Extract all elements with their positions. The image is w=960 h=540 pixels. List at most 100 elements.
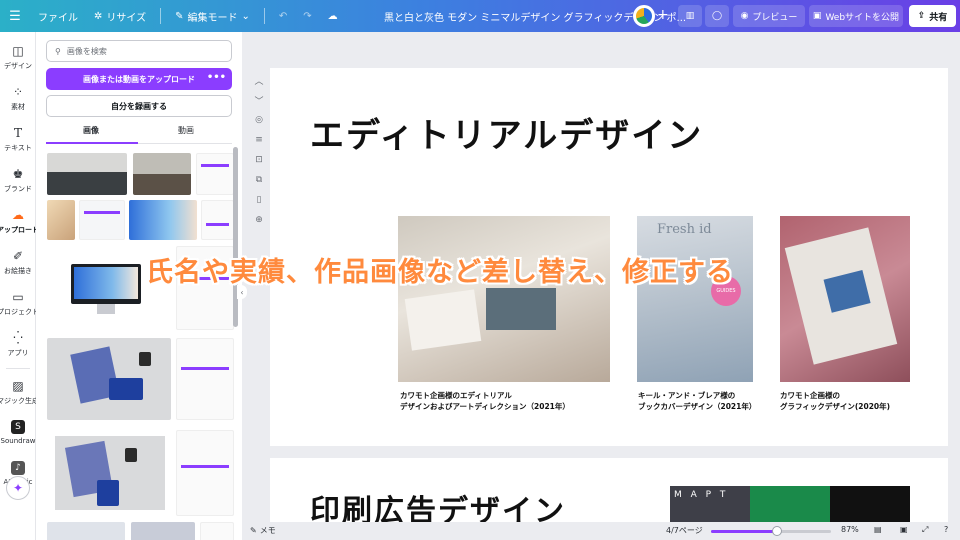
uploaded-image[interactable] <box>131 522 195 540</box>
tab-images[interactable]: 画像 <box>83 125 99 136</box>
monitor-stand <box>97 304 115 314</box>
uploaded-image[interactable] <box>47 522 125 540</box>
search-input[interactable]: ⚲ 画像を検索 <box>46 40 232 62</box>
portfolio-caption-1[interactable]: カワモト企画様のエディトリアル デザインおよびアートディレクション（2021年） <box>400 390 570 412</box>
chevron-up-icon[interactable]: ︿ <box>252 70 266 90</box>
portfolio-caption-2[interactable]: キール・アンド・ブレア様の ブックカバーデザイン（2021年） <box>638 390 756 412</box>
preview-button[interactable]: ◉ プレビュー <box>733 5 805 27</box>
rail-item-apps[interactable]: ⁛ アプリ <box>0 331 36 358</box>
upload-cloud-icon: ☁ <box>12 208 24 222</box>
comments-button[interactable]: ◯ <box>705 5 729 27</box>
bar-chart-icon: ▥ <box>685 11 695 21</box>
layout-icon: ◫ <box>12 44 24 58</box>
avatar-image <box>636 8 652 24</box>
share-button[interactable]: ⇪ 共有 <box>909 5 956 27</box>
hide-page-icon[interactable]: ◎ <box>252 110 266 130</box>
pages-view-icon[interactable]: ▣ <box>900 525 908 534</box>
magic-sparkle-icon[interactable]: ✦ <box>6 476 30 500</box>
uploaded-image[interactable] <box>47 430 171 516</box>
page-indicator[interactable]: 4/7ページ <box>666 525 703 536</box>
fullscreen-icon[interactable]: ⤢ <box>922 525 928 535</box>
rail-item-text[interactable]: T テキスト <box>0 126 36 153</box>
rail-item-projects[interactable]: ▭ プロジェクト <box>0 290 39 317</box>
file-menu[interactable]: ファイル <box>30 0 86 32</box>
uploaded-image[interactable] <box>133 153 191 195</box>
image-grid <box>36 148 242 540</box>
cup-image <box>125 448 137 462</box>
add-collaborator-icon[interactable]: + <box>657 7 669 23</box>
uploaded-image[interactable] <box>47 338 171 420</box>
mockup-image <box>55 436 165 510</box>
cup-image <box>139 352 151 366</box>
page-heading[interactable]: エディトリアルデザイン <box>310 108 703 157</box>
rail-item-draw[interactable]: ✐ お絵描き <box>0 249 36 276</box>
upload-button[interactable]: 画像または動画をアップロード ••• <box>46 68 232 90</box>
magic-media-icon: ▨ <box>12 379 24 393</box>
portfolio-photo-graphic[interactable] <box>780 216 910 382</box>
grid-view-icon[interactable]: ▤ <box>874 525 882 534</box>
page-tools: ︿ ﹀ ◎ ≡ ⊡ ⧉ ▯ ⊕ <box>252 70 266 230</box>
notes-icon: ✎ <box>250 526 257 535</box>
phone-image <box>109 378 143 400</box>
pencil-icon: ✎ <box>175 10 184 22</box>
portfolio-photo-magazine[interactable] <box>398 216 610 382</box>
graphic-detail <box>823 270 871 313</box>
avatar[interactable] <box>633 5 655 27</box>
design-page[interactable]: 印刷広告デザイン M A P T <box>270 458 948 528</box>
zoom-percentage[interactable]: 87% <box>841 525 859 534</box>
search-icon: ⚲ <box>55 46 61 56</box>
more-options-icon[interactable]: ••• <box>207 72 226 83</box>
uploaded-image[interactable] <box>201 200 234 240</box>
lock-icon[interactable]: ⊡ <box>252 150 266 170</box>
redo-icon[interactable]: ↷ <box>295 0 319 32</box>
portfolio-photo-bookcover[interactable]: Fresh id GUIDES <box>637 216 753 382</box>
uploaded-image[interactable] <box>196 153 234 195</box>
divider <box>6 368 30 369</box>
uploaded-image[interactable] <box>47 153 127 195</box>
rail-item-brand[interactable]: ♚ ブランド <box>0 167 36 194</box>
magazine-photo-detail <box>486 288 556 330</box>
rail-item-uploads[interactable]: ☁ アップロード <box>0 208 39 235</box>
uploaded-image[interactable] <box>176 338 234 420</box>
publish-website-button[interactable]: ▣ Webサイトを公開 <box>809 5 903 27</box>
sparkle-icon: ✲ <box>94 10 103 22</box>
resize-button[interactable]: ✲ リサイズ <box>86 0 154 32</box>
folder-icon: ▭ <box>12 290 24 304</box>
left-icon-rail: ◫ デザイン ⁘ 素材 T テキスト ♚ ブランド ☁ アップロード ✐ お絵描… <box>0 32 39 540</box>
hamburger-icon[interactable]: ☰ <box>0 0 30 32</box>
edit-mode-dropdown[interactable]: ✎ 編集モード ⌄ <box>167 0 258 32</box>
shapes-icon: ⁘ <box>12 85 24 99</box>
rail-item-design[interactable]: ◫ デザイン <box>0 44 36 71</box>
record-yourself-button[interactable]: 自分を録画する <box>46 95 232 117</box>
share-icon: ⇪ <box>917 11 926 21</box>
tab-videos[interactable]: 動画 <box>178 125 194 136</box>
website-icon: ▣ <box>812 11 822 21</box>
zoom-slider-handle[interactable] <box>772 526 782 536</box>
uploaded-image[interactable] <box>47 200 75 240</box>
uploaded-image[interactable] <box>176 430 234 516</box>
uploaded-image[interactable] <box>79 200 125 240</box>
help-icon[interactable]: ? <box>944 525 948 534</box>
insights-button[interactable]: ▥ <box>678 5 702 27</box>
trash-icon[interactable]: ▯ <box>252 190 266 210</box>
zoom-slider[interactable] <box>711 526 831 536</box>
rail-item-magic-media[interactable]: ▨ マジック生成 <box>0 379 39 406</box>
cloud-sync-icon[interactable]: ☁ <box>320 0 346 32</box>
portfolio-caption-3[interactable]: カワモト企画様の グラフィックデザイン(2020年) <box>780 390 890 412</box>
rail-item-soundraw[interactable]: S Soundraw <box>0 420 36 445</box>
panel-scrollbar[interactable] <box>233 147 238 327</box>
add-notes-icon[interactable]: ≡ <box>252 130 266 150</box>
divider <box>160 8 162 24</box>
ai-music-icon: ♪ <box>11 461 25 475</box>
undo-icon[interactable]: ↶ <box>271 0 295 32</box>
decorative-bar <box>201 164 229 167</box>
duplicate-icon[interactable]: ⧉ <box>252 170 266 190</box>
chevron-down-icon[interactable]: ﹀ <box>252 90 266 110</box>
rail-item-elements[interactable]: ⁘ 素材 <box>0 85 36 112</box>
uploaded-image[interactable] <box>200 522 234 540</box>
uploaded-image[interactable] <box>129 200 197 240</box>
divider <box>263 8 265 24</box>
add-page-icon[interactable]: ⊕ <box>252 210 266 230</box>
notes-button[interactable]: ✎ メモ <box>250 525 276 536</box>
graphic-magazine <box>784 227 898 365</box>
